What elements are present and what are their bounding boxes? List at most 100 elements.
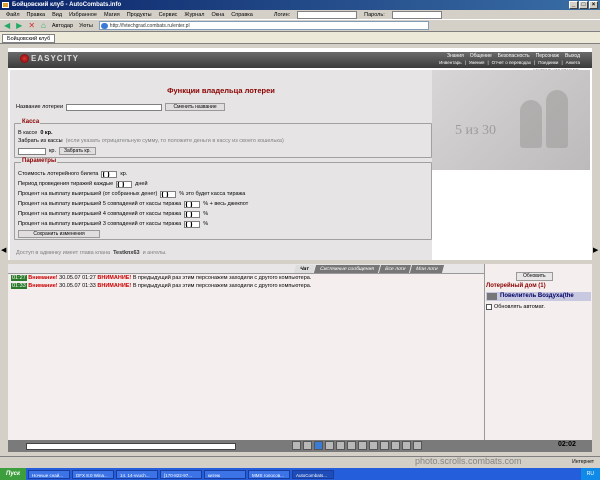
- chat-input[interactable]: [26, 443, 236, 450]
- tab-chat[interactable]: Чат: [293, 265, 315, 273]
- chat-message: 01:33 Внимание! 30.05.07 01:33 ВНИМАНИЕ!…: [8, 282, 484, 290]
- message-warning-caps: ВНИМАНИЕ!: [97, 283, 132, 289]
- address-text: http://fvtechgrad.combats.ru/enter.pl: [109, 23, 190, 29]
- menu-journal[interactable]: Журнал: [184, 12, 204, 18]
- minimize-button[interactable]: _: [569, 1, 578, 9]
- tab-my-logs[interactable]: Мои логи: [410, 265, 444, 273]
- sound-icon[interactable]: [347, 441, 356, 450]
- menu-view[interactable]: Вид: [52, 12, 62, 18]
- send-icon[interactable]: [292, 441, 301, 450]
- period-input[interactable]: [116, 180, 133, 188]
- useful-button[interactable]: Уюты: [79, 23, 93, 29]
- tab-all-logs[interactable]: Все логи: [378, 265, 412, 273]
- percent-3-input[interactable]: [184, 220, 201, 228]
- tab-system-messages[interactable]: Системные сообщения: [313, 265, 380, 273]
- taskbar-item[interactable]: MMS голосов...: [248, 469, 291, 479]
- login-label: Логин:: [273, 11, 291, 18]
- user-align-icon: [487, 293, 497, 300]
- save-row: Сохранить изменения: [18, 230, 100, 238]
- access-prefix: Доступ в админку имеет глава клана: [16, 250, 111, 256]
- nav-character[interactable]: Персонаж: [536, 53, 559, 59]
- nav-inventory[interactable]: Инвентарь: [439, 60, 461, 65]
- login-input[interactable]: [297, 10, 358, 19]
- menu-favorites[interactable]: Избранное: [69, 12, 97, 18]
- maximize-button[interactable]: □: [579, 1, 588, 9]
- home-icon[interactable]: ⌂: [41, 21, 46, 30]
- right-arrow-icon[interactable]: ▶: [593, 246, 598, 254]
- room-user[interactable]: Повелитель Воздуха(the: [486, 292, 591, 301]
- menu-windows[interactable]: Окна: [212, 12, 225, 18]
- nav-exit[interactable]: Выход: [565, 53, 580, 59]
- auto-refresh-checkbox[interactable]: [486, 304, 492, 310]
- withdraw-amount-input[interactable]: [18, 147, 46, 155]
- start-button[interactable]: Пуск: [0, 468, 27, 480]
- lottery-name-input[interactable]: [66, 103, 163, 111]
- password-input[interactable]: [391, 10, 442, 19]
- autodar-button[interactable]: Автодар: [52, 23, 73, 29]
- nav-chat[interactable]: Общение: [470, 53, 492, 59]
- percent-5-input[interactable]: [184, 200, 201, 208]
- withdraw-button[interactable]: Забрать кр.: [59, 147, 96, 155]
- clan-icon[interactable]: [380, 441, 389, 450]
- menu-file[interactable]: Файл: [6, 12, 20, 18]
- back-icon[interactable]: ◀: [4, 21, 10, 30]
- exit-icon[interactable]: [402, 441, 411, 450]
- help-icon[interactable]: [413, 441, 422, 450]
- percent-4-label: Процент на выплату выигрышей 4 совпадени…: [18, 211, 182, 217]
- ticket-price-input[interactable]: [101, 170, 118, 178]
- left-arrow-icon[interactable]: ◀: [1, 246, 6, 254]
- toolbar: ◀ ▶ ✕ ⌂ Автодар Уюты http://fvtechgrad.c…: [0, 20, 600, 32]
- message-time[interactable]: 01:27: [11, 275, 27, 281]
- taskbar-item[interactable]: [170-822-97...: [160, 469, 203, 479]
- refresh-button[interactable]: Обновить: [516, 272, 553, 281]
- info-icon[interactable]: [391, 441, 400, 450]
- percent-3-row: Процент на выплату выигрышей 3 совпадени…: [18, 220, 208, 228]
- message-text: В предыдущий раз этим персонажем заходил…: [132, 275, 312, 281]
- nav-skills[interactable]: Умения: [469, 60, 485, 65]
- side-artwork: [432, 70, 590, 170]
- taskbar-item-active[interactable]: AutoCombats...: [292, 469, 335, 479]
- nav-security[interactable]: Безопасность: [498, 53, 530, 59]
- taskbar-item[interactable]: китеж: [204, 469, 247, 479]
- lottery-name-label: Название лотереи: [16, 104, 64, 110]
- menu-edit[interactable]: Правка: [27, 12, 46, 18]
- stop-icon[interactable]: ✕: [28, 21, 35, 30]
- address-bar[interactable]: http://fvtechgrad.combats.ru/enter.pl: [98, 21, 429, 30]
- percent-total-input[interactable]: [160, 190, 177, 198]
- clear-icon[interactable]: [303, 441, 312, 450]
- taskbar-item[interactable]: DFX 8.0 Wina...: [72, 469, 115, 479]
- menu-help[interactable]: Справка: [231, 12, 253, 18]
- nav-profile[interactable]: Анкета: [566, 60, 580, 65]
- percent-total-row: Процент на выплату выигрышей (от собранн…: [18, 190, 245, 198]
- forward-icon[interactable]: ▶: [16, 21, 22, 30]
- rename-button[interactable]: Сменить название: [165, 103, 226, 111]
- friends-icon[interactable]: [369, 441, 378, 450]
- percent-total-suffix: % это будет касса тиража: [179, 191, 246, 197]
- message-warning-caps: ВНИМАНИЕ!: [97, 275, 132, 281]
- font-icon[interactable]: [358, 441, 367, 450]
- menu-magic[interactable]: Магия: [104, 12, 120, 18]
- smiles-icon[interactable]: [325, 441, 334, 450]
- period-unit: дней: [135, 181, 148, 187]
- menu-products[interactable]: Продукты: [127, 12, 152, 18]
- nav-transfers[interactable]: Отчет о переводах: [492, 60, 531, 65]
- ticket-price-row: Стоимость лотерейного билета кр.: [18, 170, 127, 178]
- nav-duels[interactable]: Поединки: [538, 60, 558, 65]
- save-changes-button[interactable]: Сохранить изменения: [18, 230, 100, 238]
- cash-legend: Касса: [21, 119, 41, 125]
- tab-fight-club[interactable]: Бойцовский клуб: [2, 34, 56, 43]
- percent-4-row: Процент на выплату выигрышей 4 совпадени…: [18, 210, 208, 218]
- message-time[interactable]: 01:33: [11, 283, 27, 289]
- percent-4-input[interactable]: [184, 210, 201, 218]
- window-controls: _ □ ×: [569, 1, 598, 9]
- taskbar-item[interactable]: Ночные снай...: [28, 469, 71, 479]
- site-logo[interactable]: EASYCITY: [20, 54, 79, 64]
- message-date: 30.05.07 01:33: [59, 283, 96, 289]
- close-button[interactable]: ×: [589, 1, 598, 9]
- nav-knowledge[interactable]: Знания: [447, 53, 464, 59]
- translit-icon[interactable]: [336, 441, 345, 450]
- taskbar-item[interactable]: 14. 14-vvuch...: [116, 469, 159, 479]
- menu-service[interactable]: Сервис: [159, 12, 178, 18]
- window-title: Бойцовский клуб - AutoCombats.info: [12, 2, 122, 8]
- filter-icon[interactable]: [314, 441, 323, 450]
